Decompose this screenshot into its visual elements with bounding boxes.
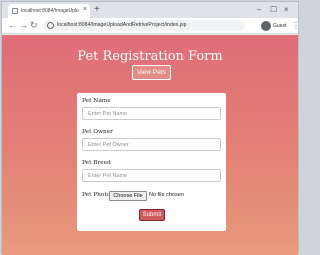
browser-toolbar: ← → ↻ localhost:8084/ImageUploadAndRetri… (2, 18, 300, 34)
minimize-icon[interactable]: – (257, 4, 261, 16)
pet-photo-label: Pet Photo: (82, 192, 113, 198)
view-pets-button[interactable]: View Pets (132, 65, 171, 80)
pet-breed-input[interactable] (82, 169, 221, 182)
forward-arrow-icon[interactable]: → (19, 20, 28, 31)
browser-tab[interactable]: localhost:8084/ImageUploadAndRe × (8, 4, 90, 18)
pet-name-label: Pet Name (82, 98, 111, 104)
tab-strip: localhost:8084/ImageUploadAndRe × + – ☐ … (2, 2, 298, 18)
browser-menu-icon[interactable]: ⋮ (292, 20, 300, 31)
submit-button[interactable]: Submit (139, 209, 165, 221)
address-bar[interactable]: localhost:8084/ImageUploadAndRetriveProj… (43, 20, 245, 31)
close-tab-icon[interactable]: × (83, 5, 87, 15)
tab-title: localhost:8084/ImageUploadAndRe (21, 8, 79, 14)
profile-label[interactable]: Guest (273, 21, 286, 31)
url-text[interactable]: localhost:8084/ImageUploadAndRetriveProj… (57, 20, 186, 31)
page-content: Pet Registration Form View Pets Pet Name… (2, 35, 298, 255)
new-tab-icon[interactable]: + (94, 4, 100, 16)
back-arrow-icon[interactable]: ← (8, 20, 17, 31)
pet-owner-input[interactable] (82, 138, 221, 151)
maximize-icon[interactable]: ☐ (270, 4, 277, 16)
choose-file-button[interactable]: Choose File (109, 191, 147, 201)
pet-name-input[interactable] (82, 107, 221, 120)
file-status-text: No file chosen (149, 192, 184, 198)
registration-form: Pet Name Pet Owner Pet Breed Pet Photo: … (77, 93, 226, 231)
site-info-icon[interactable] (47, 22, 54, 29)
profile-avatar-icon[interactable] (261, 21, 271, 31)
page-icon (12, 8, 18, 14)
page-title: Pet Registration Form (77, 49, 223, 64)
reload-icon[interactable]: ↻ (30, 20, 38, 31)
pet-owner-label: Pet Owner (82, 129, 113, 135)
close-window-icon[interactable]: × (284, 4, 289, 16)
browser-window: localhost:8084/ImageUploadAndRe × + – ☐ … (1, 1, 300, 255)
pet-breed-label: Pet Breed (82, 160, 111, 166)
